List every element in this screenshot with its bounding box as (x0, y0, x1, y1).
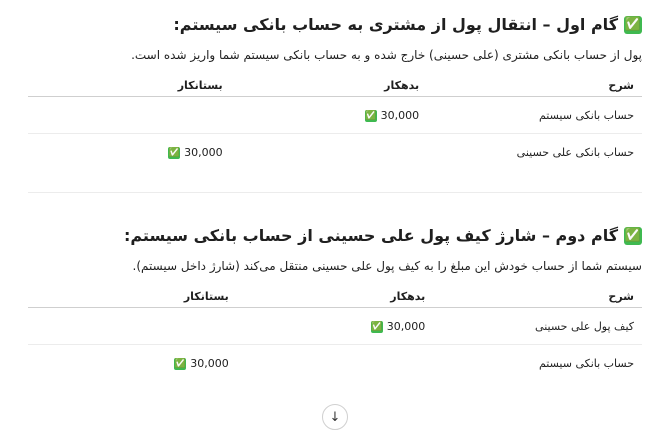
table-row: حساب بانکی سیستم ✅ 30,000 (28, 96, 642, 134)
table-header-row: شرح بدهکار بستانکار (28, 285, 642, 308)
step-two-heading: ✅ گام دوم – شارژ کیف پول علی حسینی از حس… (28, 223, 642, 249)
check-icon: ✅ (624, 16, 642, 34)
row-description: حساب بانکی سیستم (538, 356, 634, 370)
step-one-section: ✅ گام اول – انتقال پول از مشتری به حساب … (28, 0, 642, 170)
column-header-description: شرح (433, 285, 642, 308)
table-header-row: شرح بدهکار بستانکار (28, 74, 642, 97)
scroll-down-button[interactable]: ↓ (322, 404, 348, 430)
step-one-title: گام اول – انتقال پول از مشتری به حساب با… (173, 15, 618, 34)
row-debit (231, 134, 427, 171)
step-one-table: شرح بدهکار بستانکار حساب بانکی سیستم ✅ 30… (28, 74, 642, 170)
row-credit (28, 307, 237, 345)
table-row: حساب بانکی سیستم ✅ 30,000 (28, 345, 642, 382)
column-header-description: شرح (427, 74, 642, 97)
step-two-description: سیستم شما از حساب خودش این مبلغ را به کی… (132, 259, 642, 273)
row-credit: ✅ 30,000 (28, 134, 231, 171)
debit-amount: 30,000 (380, 109, 420, 123)
check-icon: ✅ (370, 320, 383, 333)
check-icon: ✅ (624, 227, 642, 245)
step-one-heading: ✅ گام اول – انتقال پول از مشتری به حساب … (28, 12, 642, 38)
row-description: حساب بانکی علی حسینی (516, 145, 634, 159)
table-row: کیف پول علی حسینی ✅ 30,000 (28, 307, 642, 345)
debit-amount: 30,000 (386, 320, 426, 334)
row-debit (237, 345, 433, 382)
column-header-debit: بدهکار (236, 285, 434, 308)
table-row: حساب بانکی علی حسینی ✅ 30,000 (28, 134, 642, 171)
step-one-description: پول از حساب بانکی مشتری (علی حسینی) خارج… (131, 48, 642, 62)
step-two-title: گام دوم – شارژ کیف پول علی حسینی از حساب… (123, 226, 618, 245)
document: ✅ گام اول – انتقال پول از مشتری به حساب … (0, 0, 666, 381)
row-credit (28, 96, 231, 134)
column-header-credit: بستانکار (28, 74, 231, 97)
credit-amount: 30,000 (184, 146, 223, 160)
credit-amount: 30,000 (190, 357, 229, 371)
check-icon: ✅ (364, 109, 377, 122)
row-description: کیف پول علی حسینی (433, 307, 642, 345)
row-debit: ✅ 30,000 (236, 307, 434, 345)
row-description: حساب بانکی سیستم (427, 96, 642, 134)
arrow-down-icon: ↓ (329, 409, 341, 425)
check-icon: ✅ (174, 357, 187, 370)
row-credit: ✅ 30,000 (28, 345, 237, 382)
step-two-section: ✅ گام دوم – شارژ کیف پول علی حسینی از حس… (28, 211, 642, 381)
column-header-credit: بستانکار (28, 285, 237, 308)
check-icon: ✅ (168, 146, 181, 159)
row-debit: ✅ 30,000 (230, 96, 428, 134)
column-header-debit: بدهکار (230, 74, 428, 97)
step-two-table: شرح بدهکار بستانکار کیف پول علی حسینی ✅ 3… (28, 285, 642, 381)
